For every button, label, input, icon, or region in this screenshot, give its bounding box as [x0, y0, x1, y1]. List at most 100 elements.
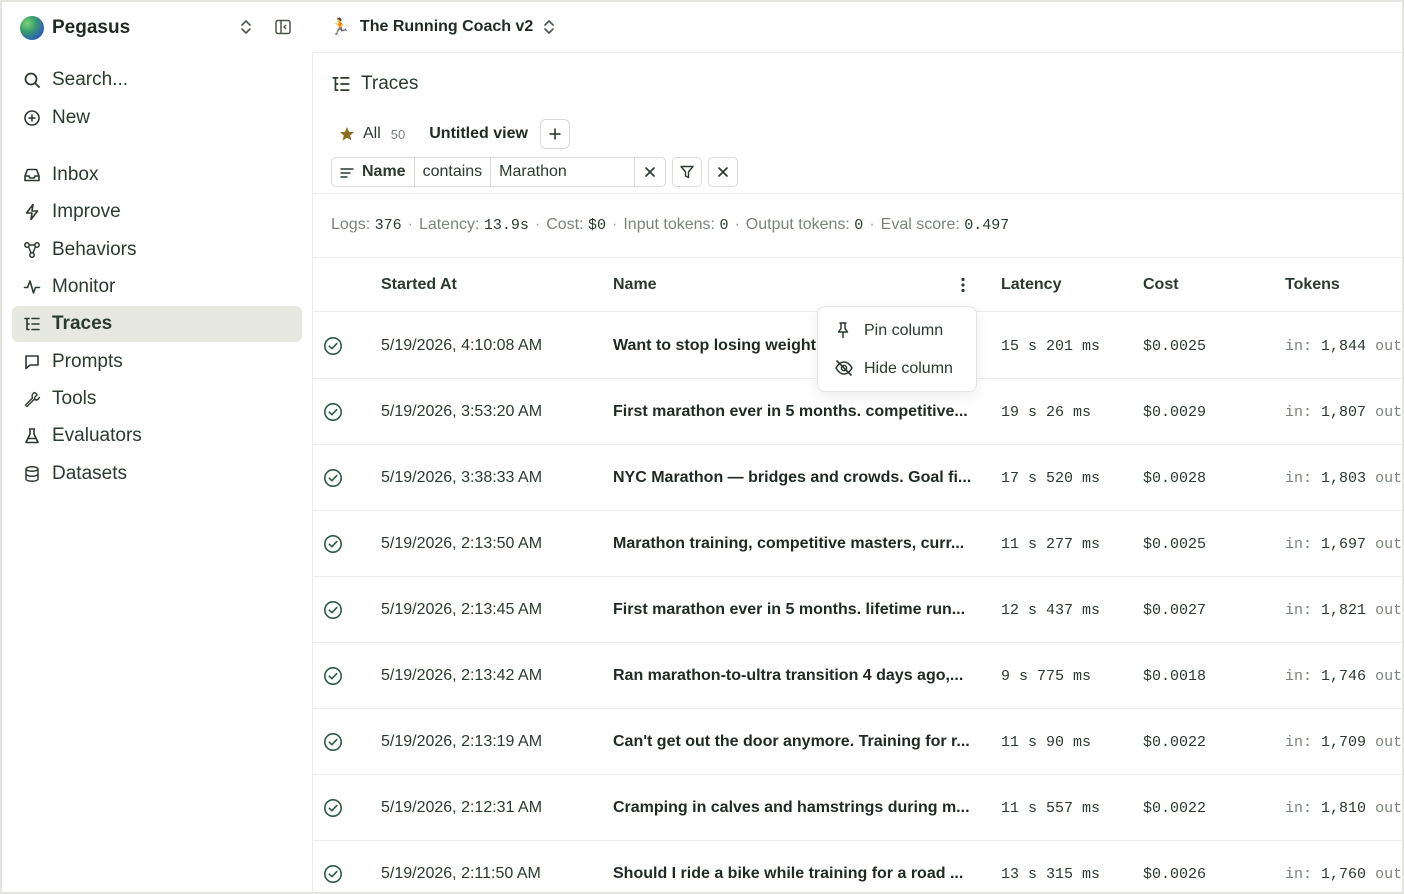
new-button[interactable]: New	[12, 100, 302, 136]
started-at-cell: 5/19/2026, 2:12:31 AM	[381, 799, 543, 816]
summary-stats: Logs: 376 · Latency: 13.9s · Cost: $0 · Input …	[331, 216, 1010, 234]
table-row[interactable]: 5/19/2026, 3:38:33 AM NYC Marathon — brid…	[313, 445, 1404, 511]
output-tokens-value: 0	[854, 217, 864, 234]
tokens-out-label: out	[1375, 799, 1403, 817]
add-view-button[interactable]	[539, 119, 570, 149]
flask-icon	[22, 426, 42, 446]
search-button[interactable]: Search...	[12, 62, 302, 98]
behaviors-icon	[22, 240, 42, 260]
name-cell: Can't get out the door anymore. Training…	[613, 709, 981, 775]
started-at-cell: 5/19/2026, 2:13:19 AM	[381, 733, 543, 750]
sidebar-item-label: Traces	[52, 313, 113, 334]
tokens-in-label: in:	[1285, 667, 1313, 685]
success-check-icon	[323, 841, 347, 894]
clear-filters-button[interactable]	[708, 157, 739, 187]
tokens-in-label: in:	[1285, 337, 1313, 355]
column-menu-icon[interactable]	[953, 274, 973, 296]
filter-chip: Name contains Marathon	[331, 157, 667, 187]
tokens-out-label: out	[1375, 865, 1403, 883]
tokens-in-value: 1,803	[1321, 469, 1367, 487]
sidebar: Pegasus Search... New Inbox Improve Beha…	[2, 2, 312, 892]
started-at-cell: 5/19/2026, 3:38:33 AM	[381, 469, 543, 486]
table-row[interactable]: 5/19/2026, 2:13:50 AM Marathon training, …	[313, 511, 1404, 577]
sidebar-item-label: Tools	[52, 388, 97, 409]
filter-operator[interactable]: contains	[415, 158, 492, 186]
cost-cell: $0.0018	[1143, 667, 1207, 685]
filter-field[interactable]: Name	[332, 158, 415, 186]
tokens-out-label: out	[1375, 337, 1403, 355]
filter-field-label: Name	[362, 163, 406, 180]
chevron-updown-icon	[543, 18, 557, 36]
close-icon	[645, 167, 655, 177]
tab-all[interactable]: All 50	[339, 125, 405, 143]
pin-column-item[interactable]: Pin column	[818, 313, 978, 349]
table-row[interactable]: 5/19/2026, 2:13:45 AM First marathon ever…	[313, 577, 1404, 643]
lines-icon	[340, 166, 354, 178]
sidebar-item-traces[interactable]: Traces	[12, 306, 302, 342]
logs-value: 376	[374, 217, 402, 234]
cost-cell: $0.0025	[1143, 535, 1207, 553]
add-filter-button[interactable]	[672, 157, 703, 187]
table-row[interactable]: 5/19/2026, 2:12:31 AM Cramping in calves …	[313, 775, 1404, 841]
page-title-text: Traces	[361, 73, 419, 94]
sidebar-item-prompts[interactable]: Prompts	[12, 344, 302, 380]
latency-cell: 9 s 775 ms	[1001, 667, 1092, 685]
org-name: Pegasus	[52, 17, 131, 38]
sidebar-item-inbox[interactable]: Inbox	[12, 157, 302, 193]
tab-untitled-view[interactable]: Untitled view	[429, 125, 528, 143]
tokens-cell: in: 1,697 out	[1285, 511, 1404, 577]
view-tabs: All 50 Untitled view	[339, 119, 570, 149]
sidebar-item-evaluators[interactable]: Evaluators	[12, 418, 302, 454]
column-tokens[interactable]: Tokens	[1285, 276, 1340, 294]
cost-cell: $0.0028	[1143, 469, 1207, 487]
tokens-in-label: in:	[1285, 469, 1313, 487]
tokens-out-label: out	[1375, 469, 1403, 487]
column-started-at[interactable]: Started At	[381, 276, 457, 294]
latency-cell: 15 s 201 ms	[1001, 337, 1101, 355]
latency-cell: 12 s 437 ms	[1001, 601, 1101, 619]
success-check-icon	[323, 511, 347, 577]
search-label: Search...	[52, 69, 129, 90]
table-row[interactable]: 5/19/2026, 2:11:50 AM Should I ride a bik…	[313, 841, 1404, 894]
trace-name: First marathon ever in 5 months. competi…	[613, 403, 968, 420]
trace-name: First marathon ever in 5 months. lifetim…	[613, 601, 966, 618]
org-switcher[interactable]: Pegasus	[20, 14, 130, 42]
table-row[interactable]: 5/19/2026, 2:13:19 AM Can't get out the d…	[313, 709, 1404, 775]
project-switcher[interactable]: 🏃 The Running Coach v2	[330, 14, 557, 40]
tokens-in-value: 1,810	[1321, 799, 1367, 817]
sidebar-item-label: Evaluators	[52, 425, 142, 446]
sidebar-collapse-icon[interactable]	[274, 18, 292, 36]
started-at-cell: 5/19/2026, 2:13:50 AM	[381, 535, 543, 552]
success-check-icon	[323, 775, 347, 841]
column-latency[interactable]: Latency	[1001, 276, 1061, 294]
name-cell: Ran marathon-to-ultra transition 4 days …	[613, 643, 981, 709]
project-name: The Running Coach v2	[359, 18, 534, 35]
input-tokens-value: 0	[719, 217, 729, 234]
chevron-updown-icon[interactable]	[238, 18, 254, 36]
sidebar-item-datasets[interactable]: Datasets	[12, 456, 302, 492]
trace-name: Should I ride a bike while training for …	[613, 865, 964, 882]
pin-icon	[834, 321, 854, 341]
tab-all-label: All	[363, 125, 381, 142]
table-row[interactable]: 5/19/2026, 2:13:42 AM Ran marathon-to-ult…	[313, 643, 1404, 709]
latency-value: 13.9s	[483, 217, 529, 234]
traces-icon	[22, 314, 42, 334]
page-title: Traces	[331, 73, 418, 95]
filter-remove-button[interactable]	[635, 158, 665, 186]
eval-score-value: 0.497	[964, 217, 1010, 234]
column-name[interactable]: Name	[613, 276, 657, 294]
column-cost[interactable]: Cost	[1143, 276, 1179, 294]
sidebar-item-behaviors[interactable]: Behaviors	[12, 232, 302, 268]
success-check-icon	[323, 577, 347, 643]
success-check-icon	[323, 445, 347, 511]
success-check-icon	[323, 643, 347, 709]
sidebar-item-tools[interactable]: Tools	[12, 381, 302, 417]
hide-column-label: Hide column	[864, 360, 953, 377]
sidebar-item-monitor[interactable]: Monitor	[12, 269, 302, 305]
started-at-cell: 5/19/2026, 3:53:20 AM	[381, 403, 543, 420]
tokens-in-value: 1,709	[1321, 733, 1367, 751]
sidebar-item-improve[interactable]: Improve	[12, 194, 302, 230]
trace-name: Can't get out the door anymore. Training…	[613, 733, 970, 750]
hide-column-item[interactable]: Hide column	[818, 351, 978, 387]
filter-value-input[interactable]: Marathon	[491, 158, 636, 186]
